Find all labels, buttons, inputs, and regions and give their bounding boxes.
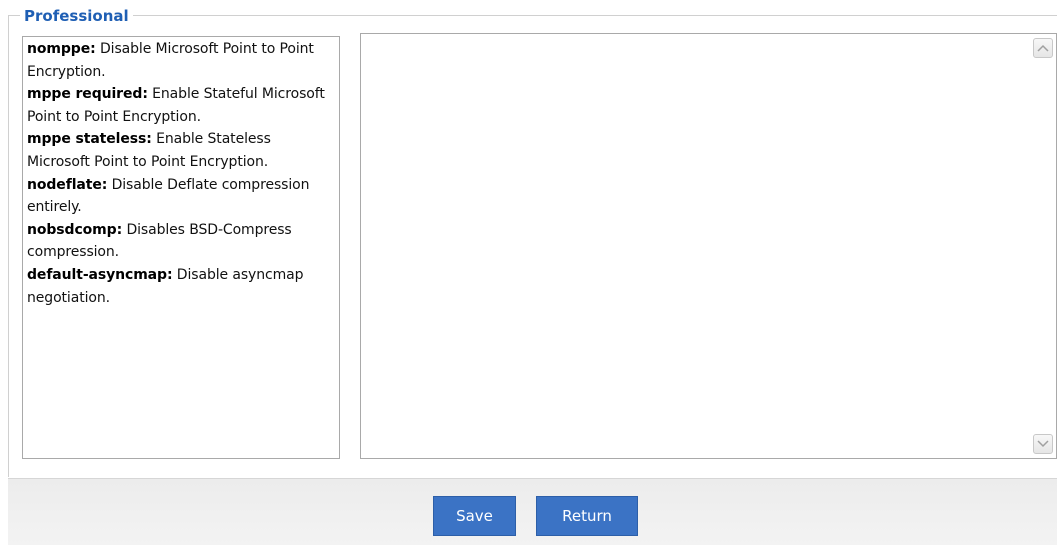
help-entry: mppe stateless: Enable Stateless Microso… [27, 131, 271, 170]
help-term: nodeflate [27, 176, 102, 193]
options-editor [360, 33, 1057, 459]
help-term: nomppe [27, 41, 91, 57]
help-entry: nobsdcomp: Disables BSD-Compress compres… [27, 221, 292, 261]
save-button[interactable]: Save [433, 496, 516, 536]
help-entry: default-asyncmap: Disable asyncmap negot… [27, 266, 304, 306]
help-entry: nodeflate: Disable Deflate compression e… [27, 176, 310, 216]
section-legend: Professional [20, 7, 133, 25]
help-entry: nomppe: Disable Microsoft Point to Point… [27, 41, 314, 80]
scroll-down-button[interactable] [1033, 434, 1053, 454]
help-panel: nomppe: Disable Microsoft Point to Point… [22, 36, 340, 459]
help-term: mppe stateless [27, 131, 147, 148]
help-term: nobsdcomp [27, 221, 117, 238]
help-term: default-asyncmap [27, 266, 167, 283]
help-term: mppe required [27, 86, 143, 103]
return-button[interactable]: Return [536, 496, 638, 536]
help-entry: mppe required: Enable Stateful Microsoft… [27, 86, 325, 125]
footer-bar: Save Return [8, 478, 1057, 545]
chevron-down-icon [1037, 440, 1049, 448]
options-textarea[interactable] [361, 34, 1029, 458]
scroll-up-button[interactable] [1033, 38, 1053, 58]
footer-background [8, 479, 1057, 545]
vertical-scrollbar[interactable] [1029, 34, 1056, 458]
chevron-up-icon [1037, 44, 1049, 52]
